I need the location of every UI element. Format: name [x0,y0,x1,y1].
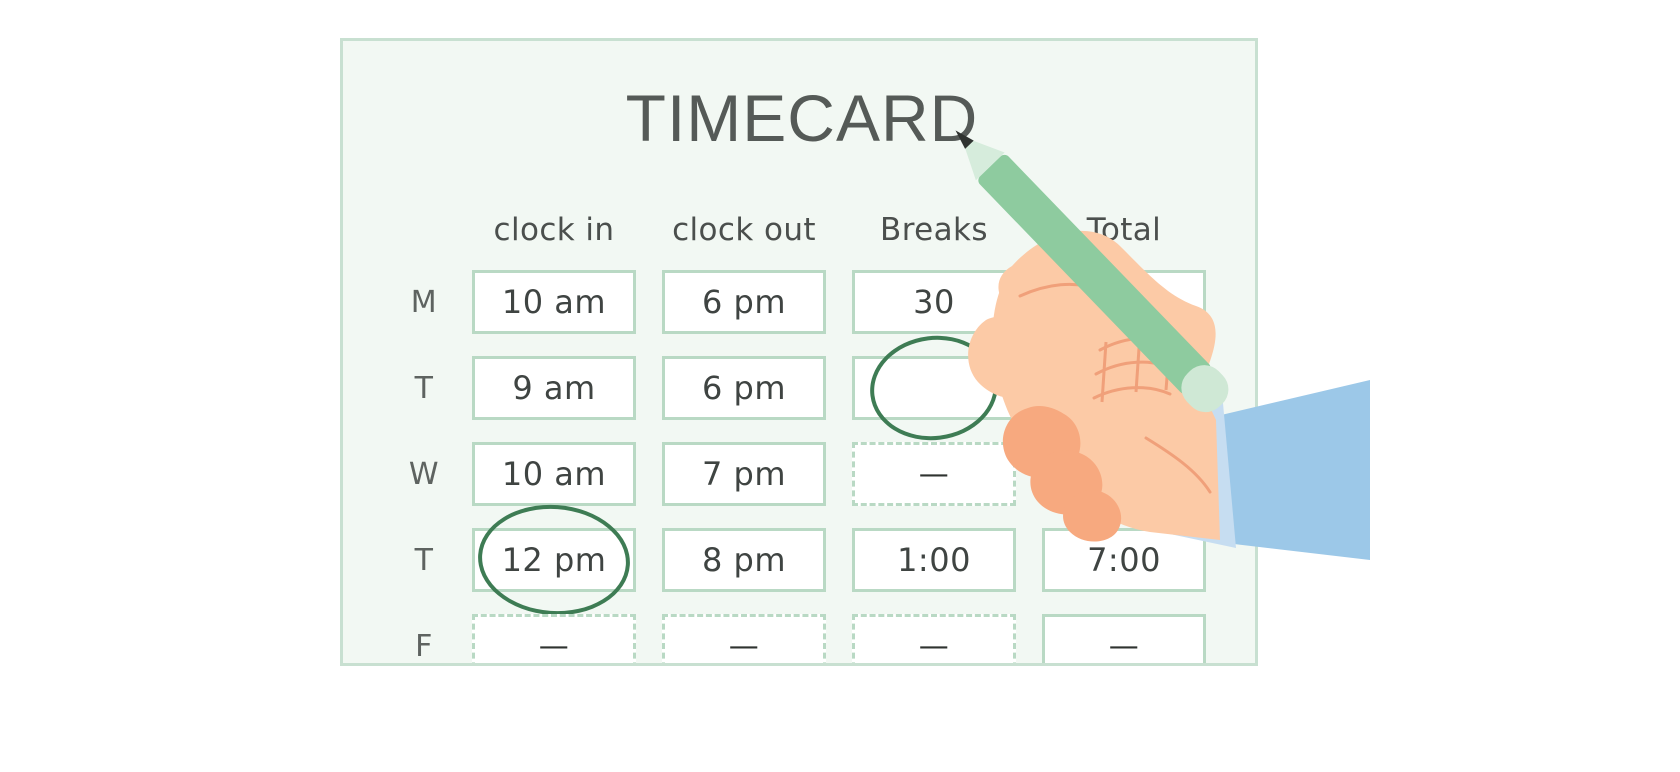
cell-wrap-wed-clock-in: 10 am [459,442,649,506]
illustration-canvas: TIMECARD clock in clock out Breaks Total… [0,0,1680,772]
cell-fri-breaks[interactable]: — [852,614,1016,663]
column-header-total: Total [1086,212,1162,248]
timecard-table: clock in clock out Breaks Total M 10 am … [389,201,1219,664]
cell-wrap-fri-total: — [1029,614,1219,663]
cell-tue-total[interactable] [1042,356,1206,420]
cell-wrap-tue-total [1029,356,1219,420]
table-row: F — — — — [389,603,1219,664]
page-title: TIMECARD [625,81,979,155]
cell-wrap-thu-clock-out: 8 pm [649,528,839,592]
table-row: T 9 am 6 pm [389,328,1219,448]
row-label-tuesday: T [414,370,434,406]
table-row: T 12 pm 8 pm 1:00 7:00 [389,499,1219,621]
cell-wrap-wed-total [1029,442,1219,506]
cell-wrap-wed-breaks: — [839,442,1029,506]
cell-wrap-fri-clock-in: — [459,614,649,663]
cell-fri-total[interactable]: — [1042,614,1206,663]
cell-wrap-fri-clock-out: — [649,614,839,663]
cell-wrap-mon-breaks: 30 [839,270,1029,334]
cell-wrap-thu-clock-in: 12 pm [459,499,649,621]
row-label-monday: M [410,284,438,320]
timecard-sheet: TIMECARD clock in clock out Breaks Total… [340,38,1258,666]
cell-tue-clock-in[interactable]: 9 am [472,356,636,420]
row-label-wednesday: W [408,456,440,492]
cell-wrap-fri-breaks: — [839,614,1029,663]
cell-wrap-mon-total: 7:30 [1029,270,1219,334]
cell-fri-clock-out[interactable]: — [662,614,826,663]
cell-tue-clock-out[interactable]: 6 pm [662,356,826,420]
cell-mon-breaks[interactable]: 30 [852,270,1016,334]
cell-mon-total[interactable]: 7:30 [1042,270,1206,334]
cell-wrap-thu-total: 7:00 [1029,528,1219,592]
cell-wrap-wed-clock-out: 7 pm [649,442,839,506]
cell-thu-breaks[interactable]: 1:00 [852,528,1016,592]
cell-thu-clock-in[interactable]: 12 pm [472,528,636,592]
cell-tue-breaks[interactable] [852,356,1016,420]
cell-wrap-mon-clock-in: 10 am [459,270,649,334]
column-header-clock-out: clock out [672,212,816,248]
table-row: W 10 am 7 pm — [389,431,1219,517]
cell-fri-clock-in[interactable]: — [472,614,636,663]
column-header-clock-in: clock in [493,212,615,248]
cell-mon-clock-in[interactable]: 10 am [472,270,636,334]
cell-wed-breaks[interactable]: — [852,442,1016,506]
cell-thu-total[interactable]: 7:00 [1042,528,1206,592]
row-label-friday: F [415,628,433,664]
cell-wrap-tue-breaks [839,328,1029,448]
column-header-breaks: Breaks [880,212,988,248]
cell-wrap-tue-clock-in: 9 am [459,356,649,420]
cell-wed-clock-in[interactable]: 10 am [472,442,636,506]
cell-mon-clock-out[interactable]: 6 pm [662,270,826,334]
cell-wrap-tue-clock-out: 6 pm [649,356,839,420]
table-row: M 10 am 6 pm 30 7:30 [389,259,1219,345]
cell-wed-clock-out[interactable]: 7 pm [662,442,826,506]
cell-thu-clock-out[interactable]: 8 pm [662,528,826,592]
table-header-row: clock in clock out Breaks Total [389,201,1219,259]
cell-wrap-thu-breaks: 1:00 [839,528,1029,592]
cell-wed-total[interactable] [1042,442,1206,506]
cell-wrap-mon-clock-out: 6 pm [649,270,839,334]
row-label-thursday: T [414,542,434,578]
